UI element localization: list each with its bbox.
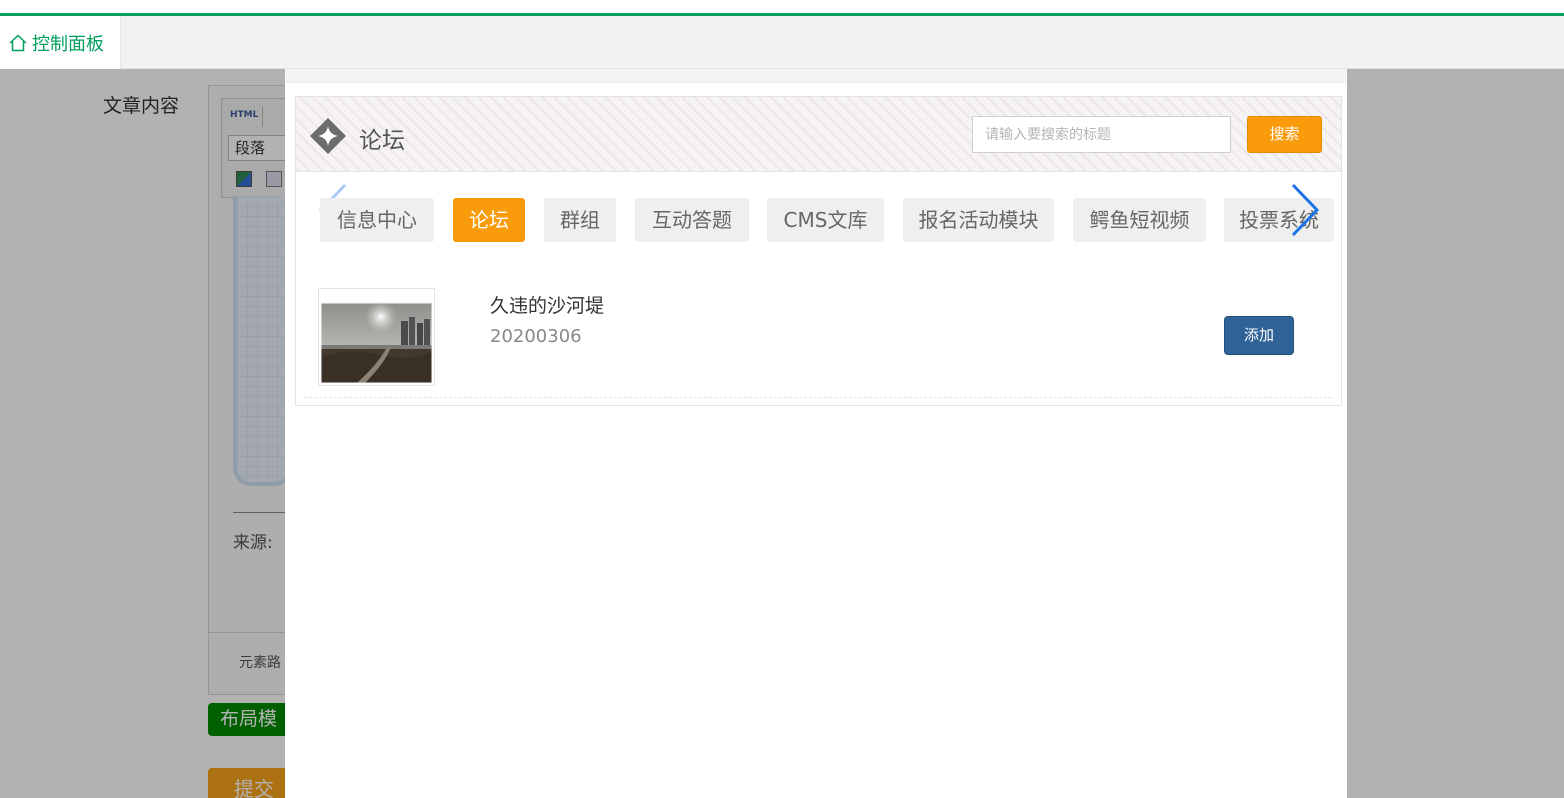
category-tab-groups[interactable]: 群组 [544,198,616,242]
sparkle-icon [310,118,346,154]
add-button[interactable]: 添加 [1224,316,1294,355]
category-tab-quiz[interactable]: 互动答题 [635,198,749,242]
chevron-right-icon[interactable] [1288,182,1322,238]
tab-label: 控制面板 [32,33,104,55]
category-tab-events[interactable]: 报名活动模块 [903,198,1054,242]
category-tab-short-video[interactable]: 鳄鱼短视频 [1073,198,1206,242]
category-tab-info-center[interactable]: 信息中心 [320,198,434,242]
tab-bar: 控制面板 [0,16,1564,69]
home-icon [9,33,27,51]
search-input[interactable] [972,116,1231,153]
category-tab-cms-library[interactable]: CMS文库 [767,198,884,242]
tab-control-panel[interactable]: 控制面板 [0,16,121,69]
panel-header: 论坛 搜索 [296,97,1341,172]
forum-panel: 论坛 搜索 信息中心 论坛 群组 互动答题 CMS文库 报名活动模块 鳄鱼短视频… [295,96,1342,406]
forum-modal: 论坛 搜索 信息中心 论坛 群组 互动答题 CMS文库 报名活动模块 鳄鱼短视频… [285,69,1347,798]
item-thumbnail[interactable] [318,288,435,386]
modal-top-strip [285,69,1347,83]
category-tab-forum[interactable]: 论坛 [453,198,525,242]
item-title[interactable]: 久违的沙河堤 [490,291,604,318]
landscape-photo-icon [321,291,432,383]
item-divider [304,397,1332,398]
search-button[interactable]: 搜索 [1247,116,1322,153]
panel-title: 论坛 [359,128,405,154]
item-date: 20200306 [490,326,582,347]
